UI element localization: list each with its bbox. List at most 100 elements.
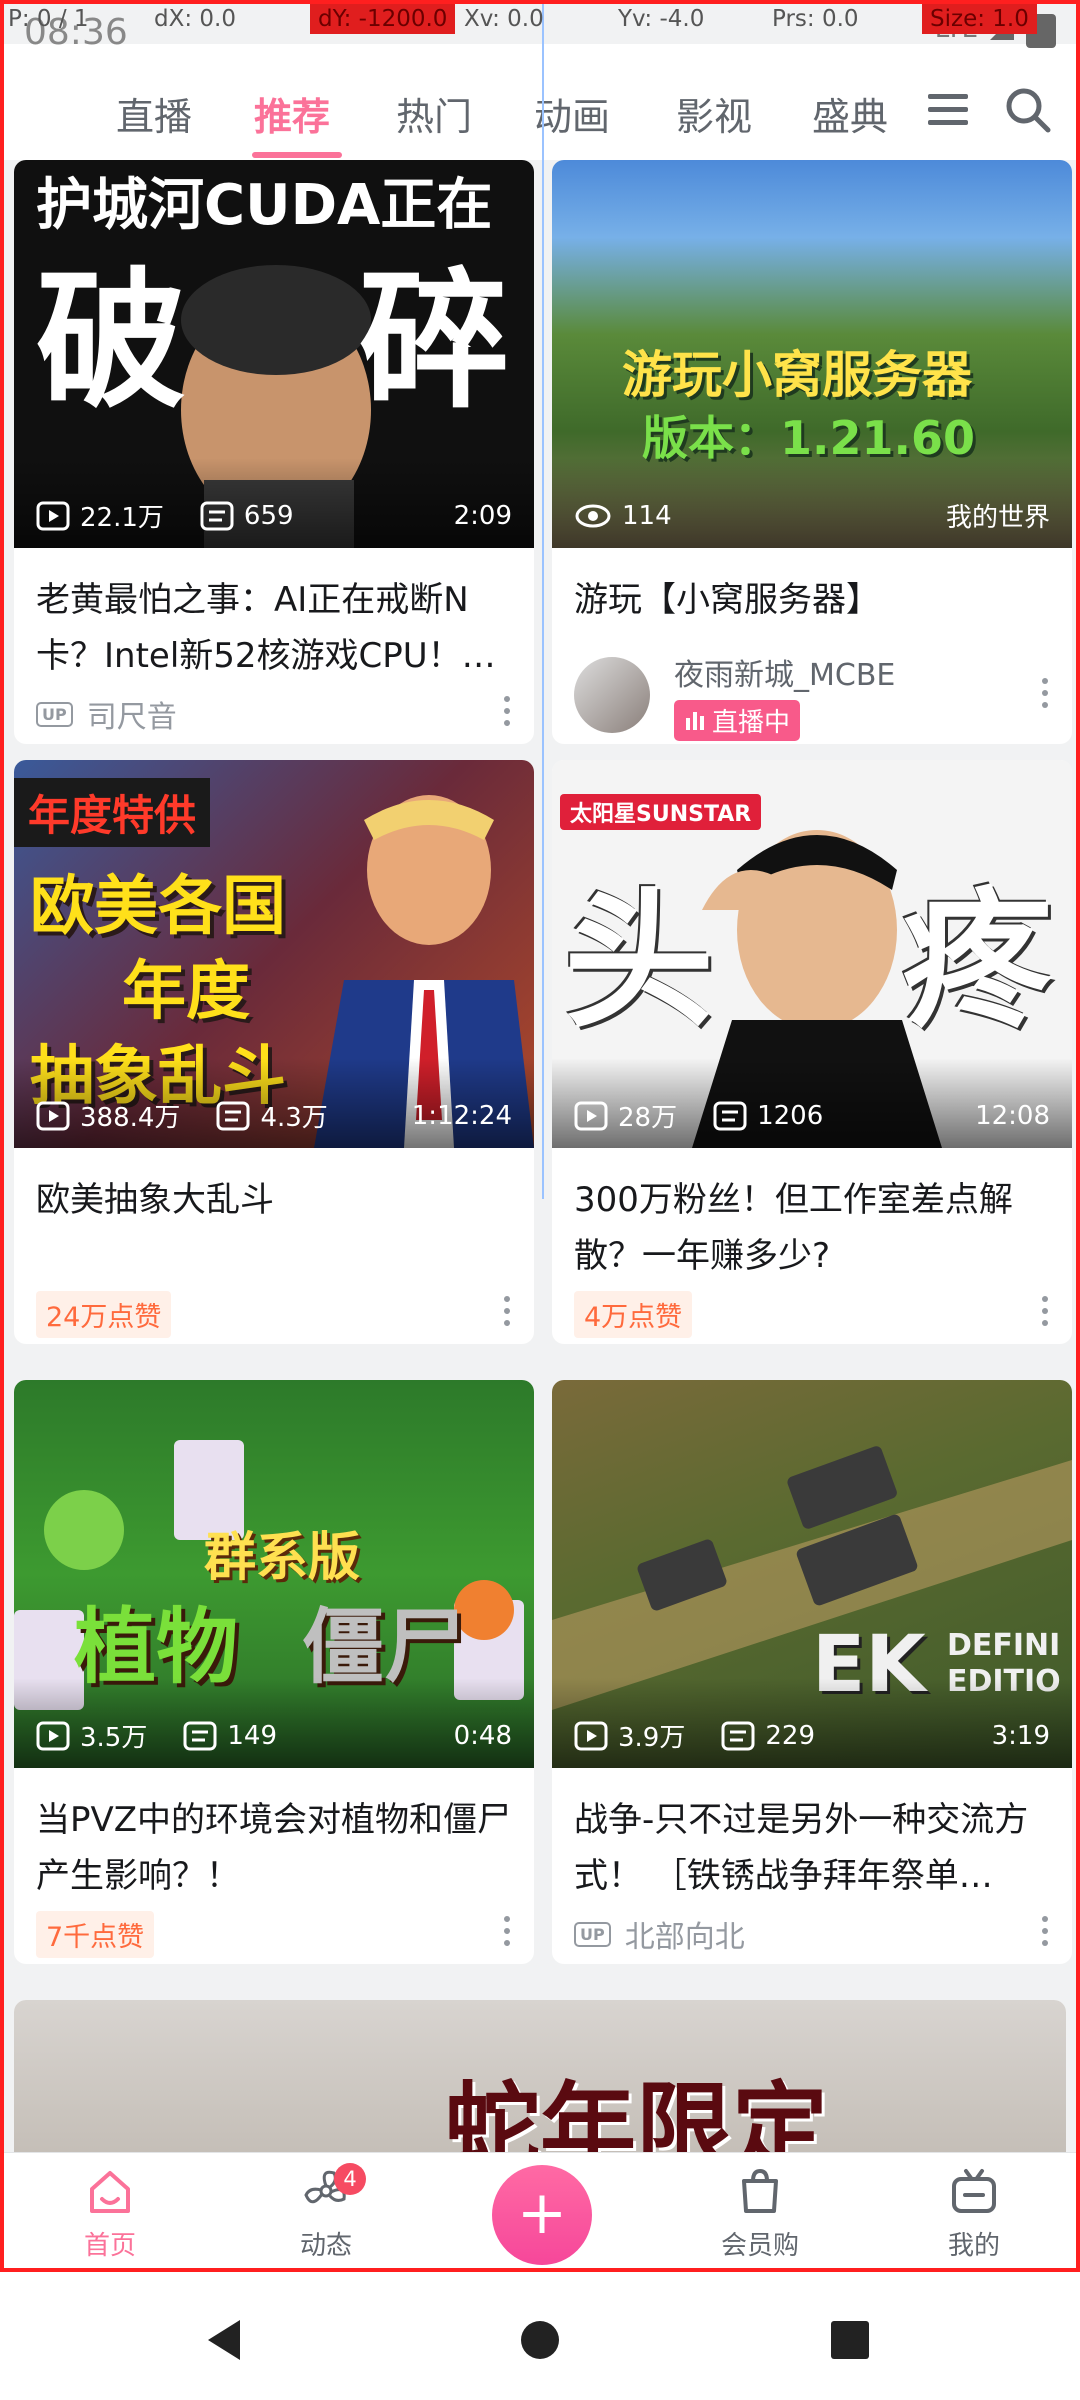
viewer-count: 114 <box>574 501 672 531</box>
back-icon[interactable] <box>204 2318 244 2366</box>
up-badge: UP <box>574 1921 611 1947</box>
video-card[interactable]: 太阳星SUNSTAR 头 疼 28万 1206 12:08 300万粉丝！但工作… <box>552 760 1072 1344</box>
more-options-icon[interactable] <box>1042 1296 1050 1332</box>
danmaku-count-text: 229 <box>765 1720 815 1751</box>
tab-recommend[interactable]: 推荐 <box>254 86 330 141</box>
like-count-tag: 24万点赞 <box>36 1290 172 1338</box>
video-meta: 4万点赞 <box>552 1278 1072 1344</box>
recents-square-icon[interactable] <box>830 2320 870 2364</box>
home-icon <box>84 2165 136 2217</box>
view-count: 28万 <box>574 1097 677 1134</box>
author-name[interactable]: 北部向北 <box>625 1912 745 1956</box>
like-count-tag: 4万点赞 <box>574 1290 693 1338</box>
video-title[interactable]: 老黄最怕之事：AI正在戒断N卡？Intel新52核游戏CPU！… <box>14 548 534 678</box>
more-options-icon[interactable] <box>504 1916 512 1952</box>
video-cover: 护城河CUDA正在 破 碎 22.1万 659 2:09 <box>14 160 534 548</box>
play-count-icon <box>574 1721 608 1750</box>
debug-dx: dX: 0.0 <box>154 6 236 32</box>
tab-gala[interactable]: 盛典 <box>812 86 888 141</box>
view-count-text: 3.5万 <box>80 1723 148 1753</box>
more-options-icon[interactable] <box>504 696 512 732</box>
menu-icon[interactable] <box>922 84 974 136</box>
live-badge-text: 直播中 <box>712 707 791 738</box>
nav-mine[interactable]: 我的 <box>914 2165 1034 2262</box>
live-badge: 直播中 <box>674 699 801 741</box>
video-cover: 群系版 植物 僵尸 3.5万 149 0:48 <box>14 1380 534 1768</box>
danmaku-icon <box>713 1101 747 1130</box>
cover-headline: 欧美各国 <box>30 870 286 944</box>
video-meta: 7千点赞 <box>14 1898 534 1964</box>
live-title[interactable]: 游玩【小窝服务器】 <box>552 548 1072 640</box>
video-card[interactable]: EK DEFINI EDITIO 3.9万 229 3:19 战争-只不过是另外… <box>552 1380 1072 1964</box>
video-card[interactable]: 护城河CUDA正在 破 碎 22.1万 659 2:09 老黄最怕之事：AI正在… <box>14 160 534 744</box>
more-options-icon[interactable] <box>1042 1916 1050 1952</box>
tab-anime[interactable]: 动画 <box>534 86 610 141</box>
view-count-text: 28万 <box>618 1103 678 1133</box>
view-count: 3.9万 <box>574 1717 685 1754</box>
tab-live[interactable]: 直播 <box>116 86 192 141</box>
video-title[interactable]: 当PVZ中的环境会对植物和僵尸产生影响？！ <box>14 1768 534 1898</box>
author-name[interactable]: 司尺音 <box>87 692 177 736</box>
system-nav-bar <box>0 2272 1080 2400</box>
cover-big-left: 破 <box>36 255 187 429</box>
video-title[interactable]: 战争-只不过是另外一种交流方式！ ［铁锈战争拜年祭单… <box>552 1768 1072 1898</box>
debug-size: Size: 1.0 <box>922 4 1037 34</box>
live-cover: 游玩小窝服务器 版本：1.21.60 114 我的世界 <box>552 160 1072 548</box>
nav-dynamic[interactable]: 动态 4 <box>266 2163 386 2262</box>
streamer-name[interactable]: 夜雨新城_MCBE <box>674 650 895 694</box>
nav-shop-label: 会员购 <box>720 2231 799 2261</box>
play-count-icon <box>36 1101 70 1130</box>
nav-home[interactable]: 首页 <box>50 2165 170 2262</box>
video-card[interactable]: 群系版 植物 僵尸 3.5万 149 0:48 当PVZ中的环境会对植物和僵尸产… <box>14 1380 534 1964</box>
avatar[interactable] <box>574 657 650 733</box>
cover-stats: 388.4万 4.3万 1:12:24 <box>36 1097 512 1134</box>
like-count-tag: 7千点赞 <box>36 1910 155 1958</box>
more-options-icon[interactable] <box>504 1296 512 1332</box>
video-title[interactable]: 欧美抽象大乱斗 <box>14 1148 534 1278</box>
cover-big-right: 碎 <box>359 255 510 429</box>
danmaku-icon <box>200 501 234 530</box>
video-card[interactable]: 年度特供 欧美各国 年度 抽象乱斗 388.4万 4.3万 1:12:24 欧美… <box>14 760 534 1344</box>
tab-hot[interactable]: 热门 <box>396 86 472 141</box>
view-count-text: 3.9万 <box>618 1723 686 1753</box>
live-meta: 夜雨新城_MCBE 直播中 <box>552 640 1072 744</box>
cover-tag: 年度特供 <box>14 778 211 847</box>
tv-icon <box>948 2165 1000 2217</box>
tab-movies[interactable]: 影视 <box>676 86 752 141</box>
eye-icon <box>575 504 611 527</box>
danmaku-count: 229 <box>721 1721 815 1751</box>
home-circle-icon[interactable] <box>520 2320 560 2364</box>
danmaku-count: 4.3万 <box>216 1097 328 1134</box>
danmaku-count-text: 1206 <box>757 1100 824 1131</box>
cover-brand: 太阳星SUNSTAR <box>560 794 762 830</box>
viewer-count-text: 114 <box>622 500 672 531</box>
notification-badge: 4 <box>334 2163 366 2195</box>
cover-big-right: 疼 <box>902 875 1053 1049</box>
danmaku-count: 149 <box>183 1721 277 1751</box>
debug-prs: Prs: 0.0 <box>772 6 859 32</box>
more-options-icon[interactable] <box>1042 678 1050 714</box>
upload-plus-button[interactable]: + <box>492 2165 592 2265</box>
cover-stats: 3.9万 229 3:19 <box>574 1717 1050 1754</box>
nav-home-label: 首页 <box>83 2231 136 2261</box>
video-duration: 12:08 <box>975 1100 1050 1131</box>
active-tab-indicator <box>252 152 342 158</box>
video-title[interactable]: 300万粉丝！但工作室差点解散？一年赚多少? <box>552 1148 1072 1278</box>
video-duration: 3:19 <box>991 1720 1050 1751</box>
nav-shop[interactable]: 会员购 <box>700 2165 820 2262</box>
debug-yv: Yv: -4.0 <box>618 6 705 32</box>
view-count: 388.4万 <box>36 1097 180 1134</box>
cover-big-left: 头 <box>564 875 715 1049</box>
danmaku-count-text: 4.3万 <box>260 1103 328 1133</box>
top-tab-bar: 直播 推荐 热门 动画 影视 盛典 <box>4 44 1076 160</box>
live-card[interactable]: 游玩小窝服务器 版本：1.21.60 114 我的世界 游玩【小窝服务器】 夜雨… <box>552 160 1072 744</box>
play-count-icon <box>36 501 70 530</box>
video-meta: UP 司尺音 <box>14 678 534 744</box>
cover-logo-line2: DEFINI <box>947 1628 1061 1663</box>
video-duration: 2:09 <box>453 500 512 531</box>
danmaku-icon <box>183 1721 217 1750</box>
live-category: 我的世界 <box>945 503 1050 533</box>
search-icon[interactable] <box>1002 84 1054 136</box>
cover-stats: 28万 1206 12:08 <box>574 1097 1050 1134</box>
video-cover: 太阳星SUNSTAR 头 疼 28万 1206 12:08 <box>552 760 1072 1148</box>
